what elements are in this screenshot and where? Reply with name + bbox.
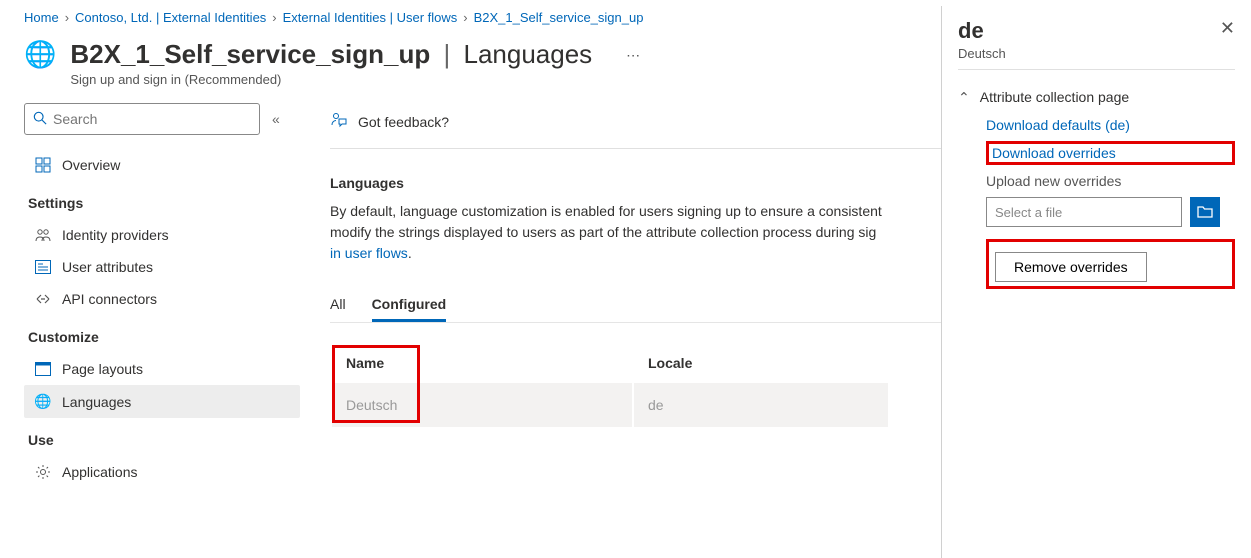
panel-title: de — [958, 18, 1006, 44]
page-title-sub: Languages — [463, 39, 592, 69]
sidebar-item-api-connectors[interactable]: API connectors — [24, 283, 300, 315]
breadcrumb-user-flows[interactable]: External Identities | User flows — [283, 10, 458, 25]
col-name-label: Name — [346, 355, 384, 371]
sidebar-item-page-layouts[interactable]: Page layouts — [24, 353, 300, 385]
page-description: Sign up and sign in (Recommended) — [70, 72, 592, 87]
breadcrumb-home[interactable]: Home — [24, 10, 59, 25]
tab-configured[interactable]: Configured — [372, 290, 447, 322]
highlight-box-icon: Remove overrides — [986, 239, 1235, 289]
globe-icon: 🌐 — [24, 39, 56, 70]
sidebar-item-label: User attributes — [62, 259, 153, 275]
file-select-input[interactable]: Select a file — [986, 197, 1182, 227]
search-input-wrapper[interactable] — [24, 103, 260, 135]
download-overrides-link[interactable]: Download overrides — [992, 145, 1116, 161]
page-title: B2X_1_Self_service_sign_up | Languages — [70, 39, 592, 70]
column-header-name[interactable]: Name — [332, 345, 632, 381]
sidebar-section-settings: Settings — [24, 181, 300, 219]
feedback-icon — [330, 111, 348, 132]
chevron-up-icon: ⌄ — [958, 88, 970, 105]
desc-text-1: By default, language customization is en… — [330, 203, 882, 219]
sidebar-section-use: Use — [24, 418, 300, 456]
sidebar-item-overview[interactable]: Overview — [24, 149, 300, 181]
breadcrumb-external-identities[interactable]: Contoso, Ltd. | External Identities — [75, 10, 266, 25]
chevron-right-icon: › — [272, 10, 276, 25]
folder-icon — [1197, 204, 1213, 221]
sidebar-item-identity-providers[interactable]: Identity providers — [24, 219, 300, 251]
layouts-icon — [34, 362, 52, 376]
side-panel: de Deutsch ✕ ⌄ Attribute collection page… — [941, 6, 1251, 558]
accordion-label: Attribute collection page — [980, 89, 1129, 105]
gear-icon — [34, 464, 52, 480]
page-title-main: B2X_1_Self_service_sign_up — [70, 39, 430, 69]
sidebar-item-label: API connectors — [62, 291, 157, 307]
cell-locale: de — [634, 383, 888, 427]
remove-overrides-button[interactable]: Remove overrides — [995, 252, 1147, 282]
api-icon — [34, 291, 52, 307]
search-input[interactable] — [53, 111, 251, 127]
chevron-right-icon: › — [463, 10, 467, 25]
learn-more-link[interactable]: in user flows — [330, 245, 408, 261]
browse-file-button[interactable] — [1190, 197, 1220, 227]
sidebar-item-label: Languages — [62, 394, 131, 410]
panel-subtitle: Deutsch — [958, 46, 1006, 61]
sidebar-item-languages[interactable]: 🌐 Languages — [24, 385, 300, 418]
globe-small-icon: 🌐 — [34, 393, 52, 410]
cell-name: Deutsch — [332, 383, 632, 427]
desc-suffix: . — [408, 245, 412, 261]
identity-icon — [34, 227, 52, 243]
sidebar-item-user-attributes[interactable]: User attributes — [24, 251, 300, 283]
close-icon[interactable]: ✕ — [1220, 18, 1235, 39]
accordion-attribute-collection[interactable]: ⌄ Attribute collection page — [958, 88, 1235, 105]
feedback-label: Got feedback? — [358, 114, 449, 130]
sidebar-item-label: Applications — [62, 464, 138, 480]
breadcrumb-current[interactable]: B2X_1_Self_service_sign_up — [474, 10, 644, 25]
title-separator: | — [437, 39, 456, 69]
sidebar-item-label: Identity providers — [62, 227, 169, 243]
search-icon — [33, 111, 47, 128]
sidebar-item-applications[interactable]: Applications — [24, 456, 300, 488]
overview-icon — [34, 157, 52, 173]
collapse-sidebar-icon[interactable]: « — [272, 111, 280, 127]
sidebar-item-label: Overview — [62, 157, 120, 173]
highlight-box-icon: Download overrides — [986, 141, 1235, 165]
table-row[interactable]: Deutsch de — [332, 383, 888, 427]
attributes-icon — [34, 260, 52, 274]
sidebar-section-customize: Customize — [24, 315, 300, 353]
chevron-right-icon: › — [65, 10, 69, 25]
sidebar: « Overview Settings Identity providers U… — [0, 103, 300, 488]
languages-table: Name Locale Deutsch de — [330, 343, 890, 429]
desc-text-2: modify the strings displayed to users as… — [330, 224, 876, 240]
more-button[interactable]: ⋯ — [626, 39, 640, 64]
upload-overrides-label: Upload new overrides — [986, 173, 1235, 189]
tab-all[interactable]: All — [330, 290, 346, 322]
column-header-locale[interactable]: Locale — [634, 345, 888, 381]
download-defaults-link[interactable]: Download defaults (de) — [986, 117, 1235, 133]
sidebar-item-label: Page layouts — [62, 361, 143, 377]
